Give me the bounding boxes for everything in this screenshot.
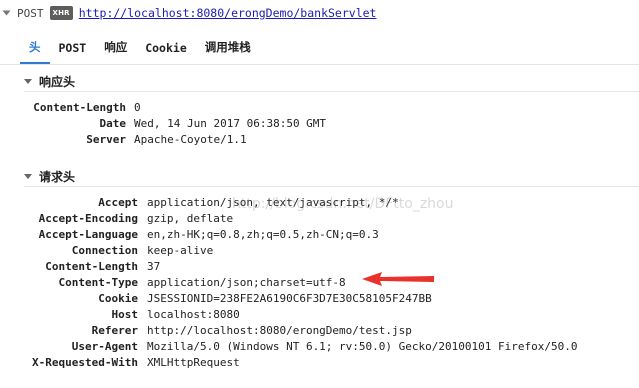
header-name: Host [111,308,139,321]
request-header-row: Connection [0,243,138,259]
response-header-row: Date [0,116,127,132]
header-value: application/json;charset=utf-8 [147,276,346,289]
response-header-row: Content-Length [0,100,126,116]
tabs-divider [0,64,639,65]
header-name: X-Requested-With [32,356,138,369]
header-name: Accept [98,196,138,209]
header-name: Cookie [98,292,138,305]
response-headers-title: 响应头 [39,74,76,89]
header-value: JSESSIONID=238FE2A6190C6F3D7E30C58105F24… [147,292,432,305]
header-value: http://localhost:8080/erongDemo/test.jsp [147,324,412,337]
response-header-row: Server [0,132,126,148]
request-header-row: Accept-Language [0,227,138,243]
header-name: Content-Length [33,101,126,114]
request-headers-title: 请求头 [39,169,76,184]
xhr-badge: XHR [49,6,73,20]
header-name: User-Agent [71,340,138,353]
request-headers-divider [24,186,639,187]
response-headers-toggle[interactable]: 响应头 [24,72,75,90]
header-name: Date [99,117,127,130]
header-value: 37 [147,260,161,273]
header-value: XMLHttpRequest [147,356,240,369]
annotation-arrow-icon [362,272,434,286]
request-header-row: Content-Type [0,275,138,291]
header-name: Referer [91,324,138,337]
header-value: Wed, 14 Jun 2017 06:38:50 GMT [134,117,327,130]
header-value: Apache-Coyote/1.1 [134,133,247,146]
header-name: Accept-Language [38,228,138,241]
collapse-caret-icon [24,78,32,84]
request-line[interactable]: POST XHR http://localhost:8080/erongDemo… [0,0,639,26]
detail-tabs: 头 POST 响应 Cookie 调用堆栈 [20,38,260,64]
tab-call-stack[interactable]: 调用堆栈 [196,39,260,64]
request-url-link[interactable]: http://localhost:8080/erongDemo/bankServ… [79,6,377,20]
request-header-row: X-Requested-With [0,355,138,371]
header-name: Connection [71,244,138,257]
header-value: 0 [134,101,141,114]
collapse-caret-icon [24,173,32,179]
header-value: gzip, deflate [147,212,234,225]
header-value: localhost:8080 [147,308,240,321]
header-name: Accept-Encoding [38,212,138,225]
request-header-row: Cookie [0,291,138,307]
tab-cookie[interactable]: Cookie [136,41,196,64]
request-headers-toggle[interactable]: 请求头 [24,167,75,185]
request-header-row: Referer [0,323,138,339]
header-value: Mozilla/5.0 (Windows NT 6.1; rv:50.0) Ge… [147,340,578,353]
tab-headers[interactable]: 头 [20,39,50,64]
header-name: Server [86,133,126,146]
header-value: en,zh-HK;q=0.8,zh;q=0.5,zh-CN;q=0.3 [147,228,379,241]
header-value: keep-alive [147,244,214,257]
request-method: POST [17,6,44,20]
request-header-row: Accept-Encoding [0,211,138,227]
expand-triangle-icon[interactable] [2,10,11,16]
header-value: application/json, text/javascript, */* [147,196,399,209]
header-name: Content-Type [58,276,138,289]
request-header-row: Content-Length [0,259,138,275]
request-header-row: Host [0,307,139,323]
tab-post[interactable]: POST [50,41,96,64]
tab-response[interactable]: 响应 [95,39,136,64]
header-name: Content-Length [45,260,138,273]
request-header-row: Accept [0,195,138,211]
response-headers-divider [24,91,639,92]
request-header-row: User-Agent [0,339,138,355]
